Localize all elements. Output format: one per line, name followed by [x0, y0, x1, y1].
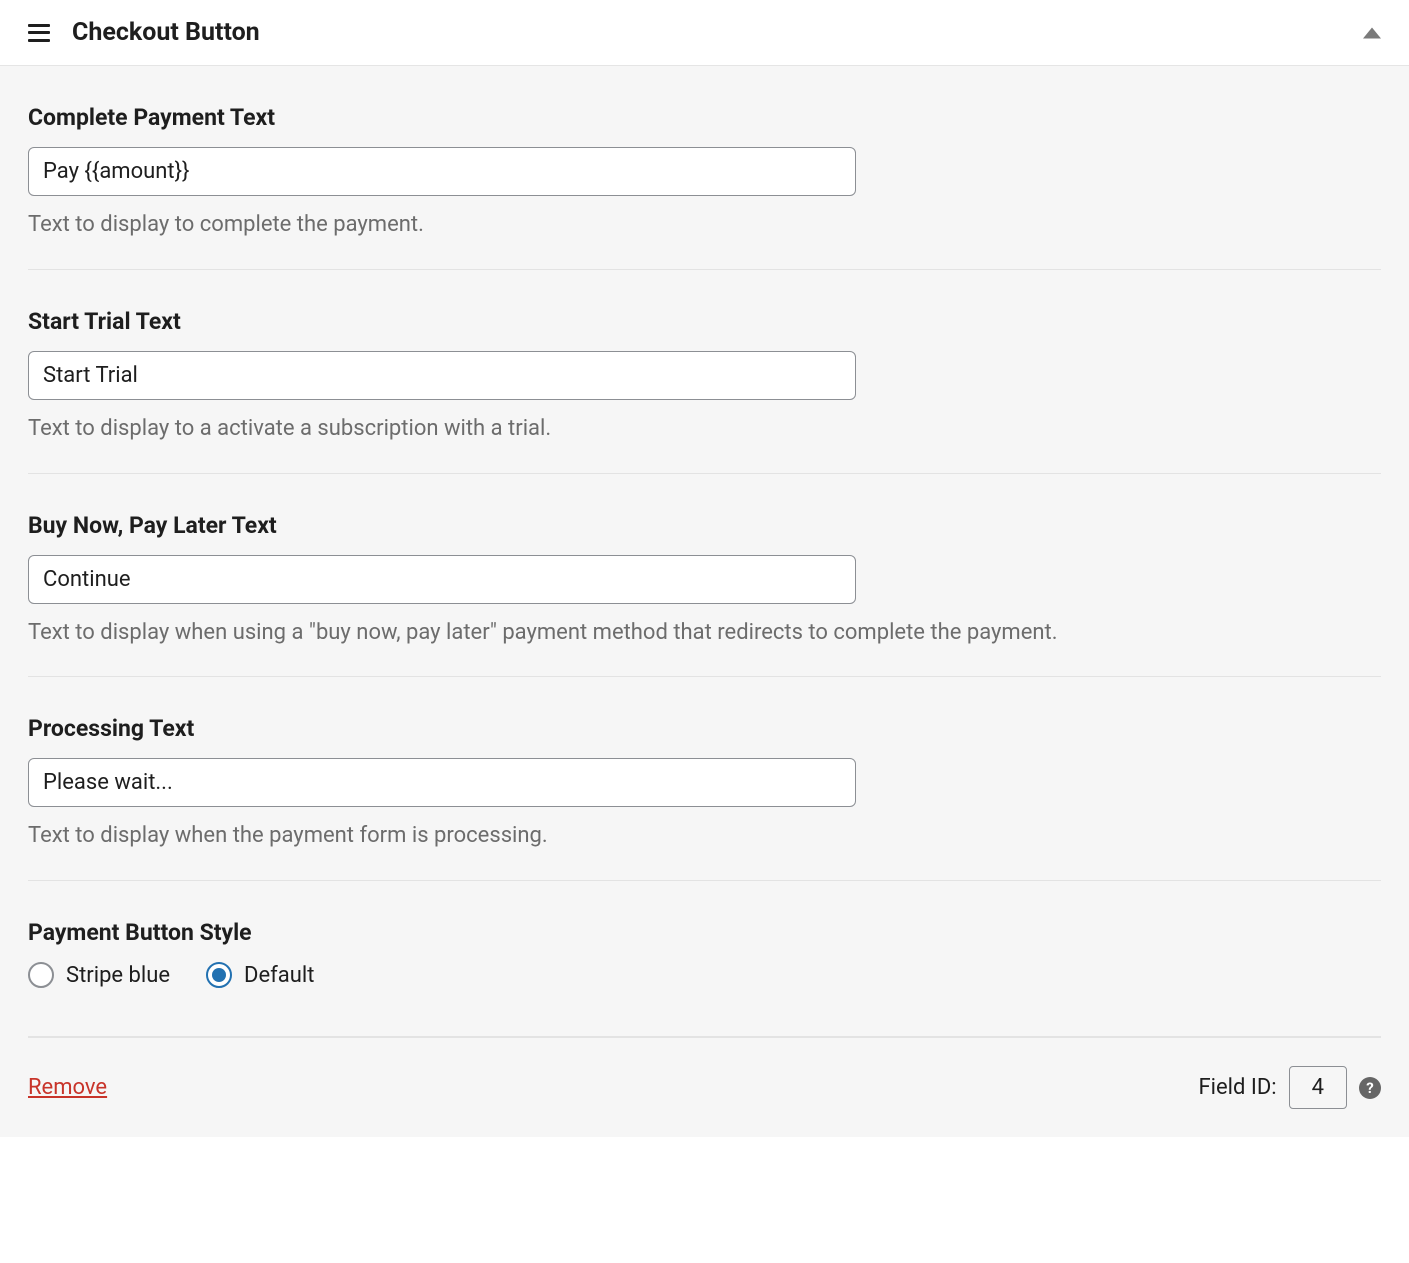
panel-title: Checkout Button [72, 18, 260, 47]
complete-payment-help: Text to display to complete the payment. [28, 210, 1381, 241]
remove-button[interactable]: Remove [28, 1075, 107, 1100]
button-style-radios: Stripe blue Default [28, 962, 1381, 998]
panel-body: Complete Payment Text Text to display to… [0, 66, 1409, 1137]
start-trial-label: Start Trial Text [28, 308, 1381, 335]
button-style-label: Payment Button Style [28, 919, 1381, 946]
complete-payment-input[interactable] [28, 147, 856, 196]
field-id-value: 4 [1289, 1066, 1347, 1109]
help-icon[interactable]: ? [1359, 1077, 1381, 1099]
bnpl-section: Buy Now, Pay Later Text Text to display … [28, 474, 1381, 678]
radio-stripe-label: Stripe blue [66, 963, 170, 988]
panel-header: Checkout Button [0, 0, 1409, 66]
radio-default[interactable]: Default [206, 962, 314, 988]
footer-right: Field ID: 4 ? [1198, 1066, 1381, 1109]
processing-label: Processing Text [28, 715, 1381, 742]
radio-icon [28, 962, 54, 988]
collapse-up-icon[interactable] [1363, 27, 1381, 38]
radio-default-label: Default [244, 963, 314, 988]
start-trial-help: Text to display to a activate a subscrip… [28, 414, 1381, 445]
start-trial-section: Start Trial Text Text to display to a ac… [28, 270, 1381, 474]
processing-section: Processing Text Text to display when the… [28, 677, 1381, 881]
radio-stripe-blue[interactable]: Stripe blue [28, 962, 170, 988]
complete-payment-section: Complete Payment Text Text to display to… [28, 66, 1381, 270]
button-style-section: Payment Button Style Stripe blue Default [28, 881, 1381, 1037]
footer-row: Remove Field ID: 4 ? [28, 1037, 1381, 1137]
complete-payment-label: Complete Payment Text [28, 104, 1381, 131]
drag-handle-icon[interactable] [28, 24, 50, 42]
processing-input[interactable] [28, 758, 856, 807]
processing-help: Text to display when the payment form is… [28, 821, 1381, 852]
radio-icon [206, 962, 232, 988]
bnpl-label: Buy Now, Pay Later Text [28, 512, 1381, 539]
start-trial-input[interactable] [28, 351, 856, 400]
field-id-label: Field ID: [1198, 1075, 1276, 1100]
bnpl-help: Text to display when using a "buy now, p… [28, 618, 1381, 649]
bnpl-input[interactable] [28, 555, 856, 604]
